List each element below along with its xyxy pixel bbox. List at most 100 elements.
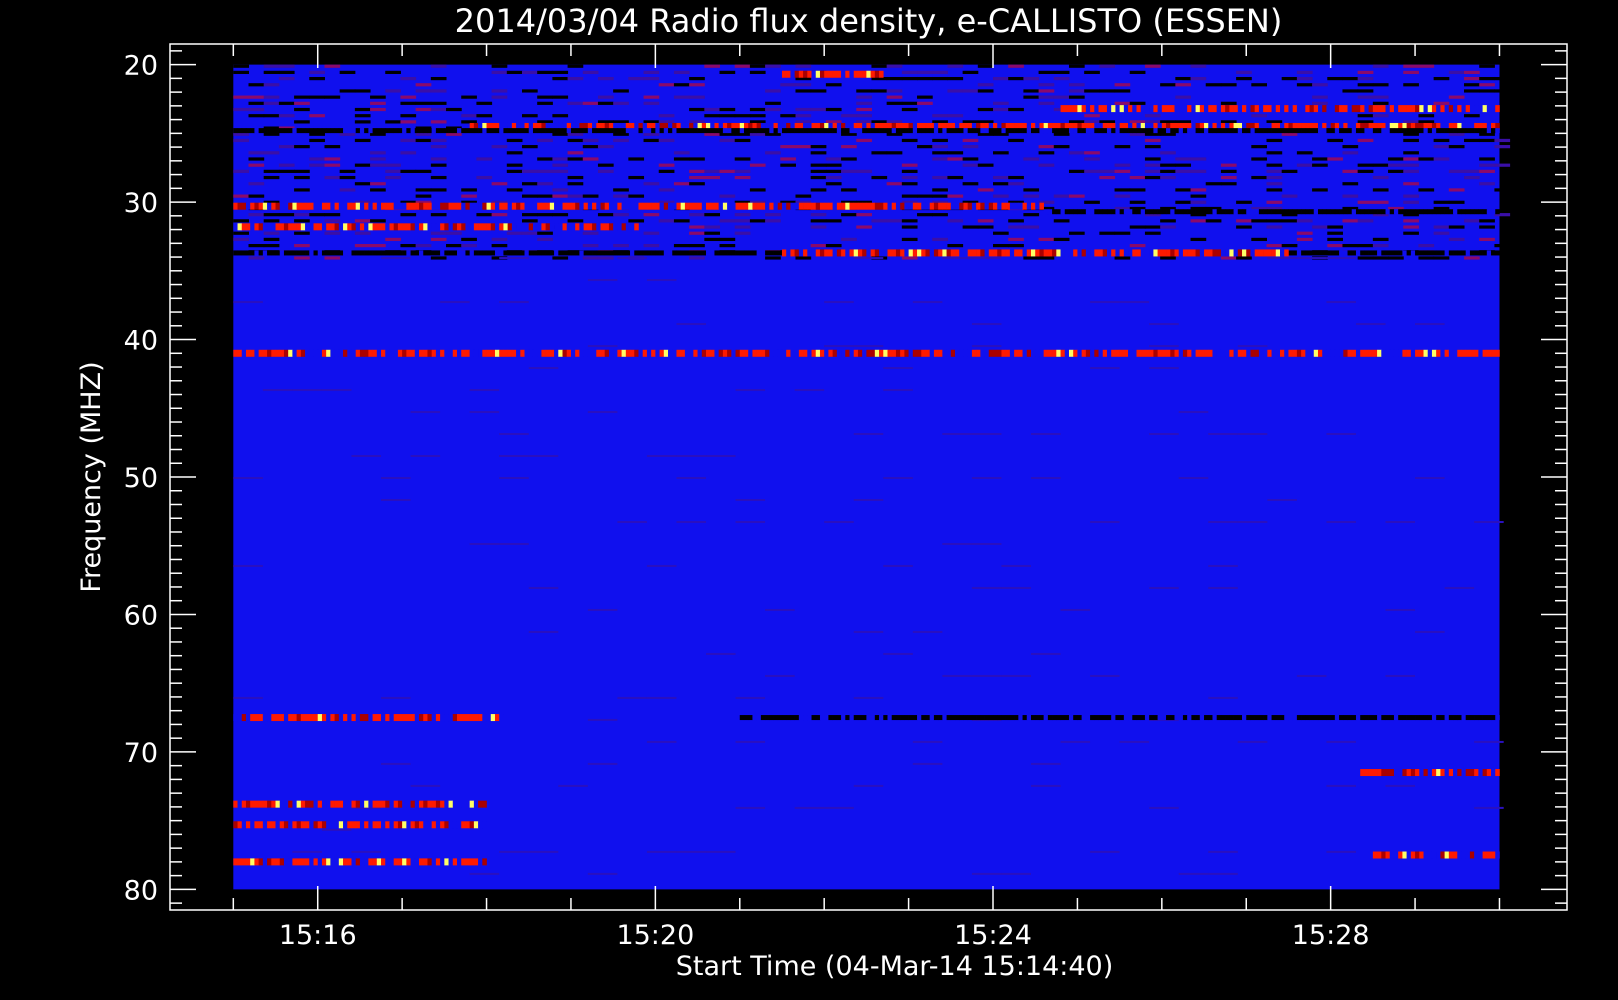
- heatmap-cell: [1060, 740, 1091, 743]
- heatmap-band-segment: [465, 128, 470, 134]
- heatmap-cell: [370, 95, 386, 99]
- heatmap-band-segment: [1305, 715, 1310, 721]
- heatmap-cell: [1178, 872, 1209, 875]
- heatmap-band-segment: [283, 202, 289, 210]
- heatmap-band-segment: [245, 202, 251, 210]
- heatmap-cell: [1220, 101, 1237, 105]
- heatmap-cell: [853, 257, 884, 260]
- heatmap-band-segment: [309, 128, 314, 134]
- heatmap-cell: [947, 157, 964, 161]
- heatmap-band-segment: [921, 202, 926, 210]
- heatmap-band-segment: [469, 202, 475, 210]
- heatmap-band-segment: [655, 128, 660, 134]
- heatmap-band-segment: [1389, 128, 1395, 134]
- heatmap-band-segment: [651, 349, 656, 357]
- heatmap-cell: [1084, 89, 1100, 93]
- heatmap-band-segment: [292, 800, 297, 808]
- heatmap-band-segment: [583, 223, 589, 231]
- heatmap-band-segment: [1398, 128, 1403, 134]
- heatmap-band-segment: [465, 714, 470, 722]
- heatmap-cell: [901, 175, 918, 180]
- heatmap-band-segment: [1216, 209, 1222, 215]
- heatmap-band-segment: [1115, 715, 1120, 721]
- heatmap-band-segment: [1495, 851, 1500, 859]
- heatmap-band-segment: [1326, 209, 1331, 215]
- heatmap-band-segment: [917, 349, 922, 357]
- heatmap-band-segment: [1064, 715, 1070, 721]
- heatmap-band-segment: [887, 249, 893, 257]
- heatmap-band-segment: [435, 128, 441, 134]
- heatmap-band-segment: [410, 714, 416, 722]
- heatmap-band-segment: [300, 202, 306, 210]
- heatmap-band-segment: [938, 249, 943, 257]
- heatmap-band-segment: [376, 858, 382, 866]
- heatmap-band-segment: [853, 715, 859, 721]
- heatmap-band-segment: [309, 800, 314, 808]
- heatmap-band-segment: [874, 202, 880, 210]
- heatmap-band-segment: [1326, 105, 1331, 113]
- heatmap-band-segment: [507, 202, 513, 210]
- heatmap-cell: [1008, 244, 1024, 248]
- heatmap-band-segment: [507, 250, 513, 256]
- heatmap-band-segment: [1448, 105, 1454, 113]
- heatmap-cell: [1023, 89, 1040, 93]
- heatmap-band-segment: [545, 128, 551, 134]
- heatmap-band-segment: [1242, 249, 1247, 257]
- heatmap-band-segment: [1144, 128, 1150, 134]
- heatmap-band-segment: [566, 223, 572, 231]
- heatmap-band-segment: [1347, 105, 1353, 113]
- heatmap-band-segment: [402, 821, 407, 829]
- heatmap-cell: [521, 70, 538, 75]
- heatmap-cell: [1433, 157, 1450, 161]
- heatmap-band-segment: [904, 249, 909, 257]
- heatmap-band-segment: [570, 223, 576, 231]
- heatmap-band-segment: [1106, 715, 1112, 721]
- heatmap-band-segment: [824, 128, 829, 134]
- heatmap-cell: [780, 163, 796, 167]
- heatmap-cell: [1129, 188, 1146, 192]
- heatmap-band-segment: [1204, 715, 1209, 721]
- heatmap-band-segment: [1313, 128, 1319, 134]
- heatmap-cell: [901, 256, 918, 260]
- heatmap-band-segment: [1153, 209, 1158, 215]
- heatmap-band-segment: [1427, 128, 1433, 134]
- heatmap-band-segment: [1170, 128, 1175, 134]
- heatmap-cell: [1023, 95, 1040, 99]
- heatmap-band-segment: [338, 714, 344, 722]
- heatmap-band-segment: [1208, 209, 1213, 215]
- heatmap-cell: [415, 138, 432, 143]
- heatmap-band-segment: [262, 821, 268, 829]
- heatmap-cell: [1129, 175, 1146, 180]
- heatmap-band-segment: [1465, 128, 1471, 134]
- heatmap-cell: [278, 169, 295, 173]
- heatmap-band-segment: [1254, 349, 1260, 357]
- heatmap-cell: [278, 64, 295, 68]
- heatmap-band-segment: [1220, 349, 1226, 357]
- heatmap-band-segment: [1090, 715, 1095, 721]
- heatmap-band-segment: [1060, 249, 1066, 257]
- heatmap-band-segment: [1094, 349, 1099, 357]
- heatmap-band-segment: [465, 800, 470, 808]
- y-tick-label: 50: [124, 463, 158, 494]
- heatmap-cell: [552, 213, 569, 217]
- heatmap-band-segment: [275, 349, 281, 357]
- heatmap-cell: [1388, 157, 1404, 161]
- heatmap-band-segment: [241, 202, 247, 210]
- heatmap-cell: [263, 175, 280, 180]
- heatmap-band-segment: [267, 858, 272, 866]
- heatmap-cell: [749, 163, 766, 167]
- heatmap-cell: [977, 163, 994, 167]
- heatmap-band-segment: [1423, 769, 1429, 777]
- heatmap-band-segment: [554, 250, 559, 256]
- heatmap-band-segment: [587, 349, 593, 357]
- heatmap-band-segment: [1419, 349, 1424, 357]
- heatmap-band-segment: [490, 223, 496, 231]
- heatmap-band-segment: [258, 714, 264, 722]
- heatmap-band-segment: [706, 250, 711, 256]
- y-tick-label: 80: [124, 875, 158, 906]
- heatmap-cell: [469, 872, 500, 875]
- heatmap-band-segment: [1136, 128, 1142, 134]
- heatmap-band-segment: [959, 715, 964, 721]
- heatmap-band-segment: [798, 202, 804, 210]
- heatmap-cell: [1160, 151, 1176, 155]
